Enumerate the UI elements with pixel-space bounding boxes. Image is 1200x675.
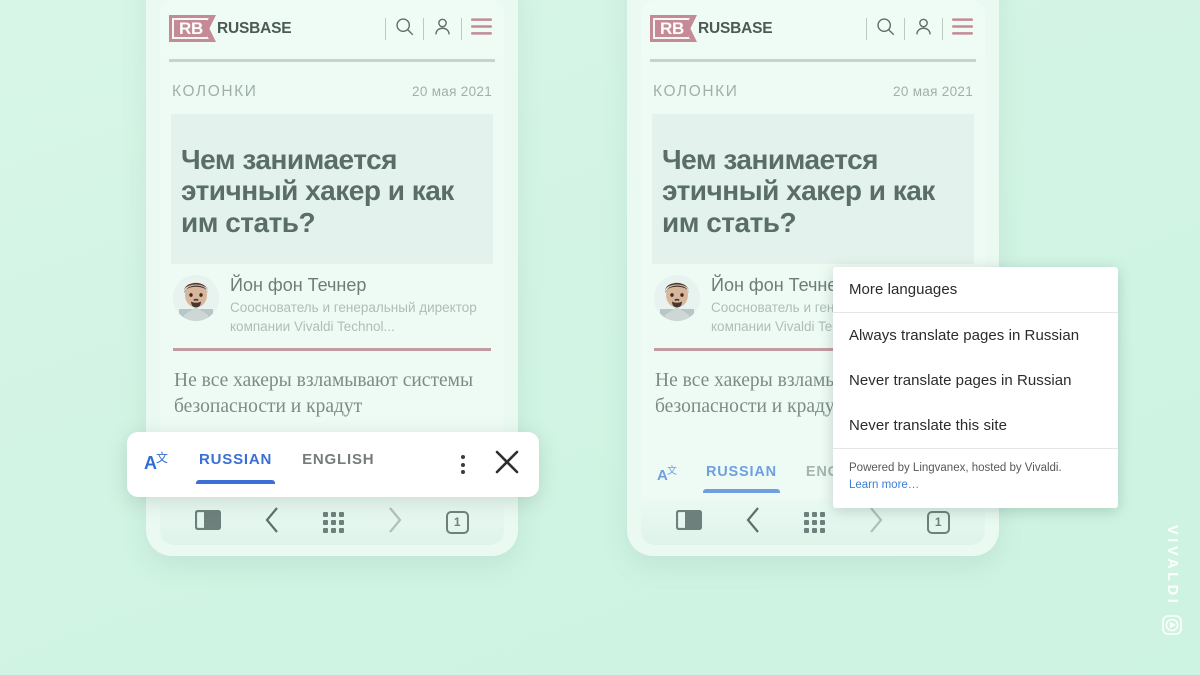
article-date: 20 мая 2021: [412, 84, 492, 99]
author-avatar: [173, 275, 219, 322]
kebab-menu-icon[interactable]: [458, 452, 468, 477]
author-name: Йон фон Течнер: [230, 275, 367, 296]
tab-target-language[interactable]: ENGLISH: [299, 445, 377, 484]
article-body: Не все хакеры взламывают системы безопас…: [174, 370, 474, 418]
back-arrow-icon[interactable]: [745, 506, 762, 539]
tab-count-button[interactable]: 1: [445, 510, 469, 534]
back-arrow-icon[interactable]: [264, 506, 281, 539]
article-meta: КОЛОНКИ 20 мая 2021: [171, 62, 493, 114]
author-avatar: [654, 275, 700, 322]
close-icon[interactable]: [494, 449, 520, 480]
vivaldi-wordmark: VIVALDI: [1164, 524, 1180, 606]
tab-source-language[interactable]: RUSSIAN: [196, 445, 276, 484]
article-kicker: КОЛОНКИ: [172, 83, 258, 100]
apps-grid-icon[interactable]: [803, 511, 825, 533]
article-kicker: КОЛОНКИ: [653, 83, 739, 100]
author-info: Йон фон Течнер Сооснователь и генеральны…: [230, 275, 491, 336]
site-header: RB RUSBASE: [641, 0, 985, 57]
header-actions: [377, 16, 493, 42]
forward-arrow-icon[interactable]: [386, 506, 403, 539]
rb-logo-text: RB: [660, 18, 684, 38]
rusbase-logo-word: RUSBASE: [697, 19, 773, 37]
site-header: RB RUSBASE: [160, 0, 504, 57]
translate-bar-left: A 文 RUSSIAN ENGLISH: [127, 432, 539, 497]
header-separator: [904, 17, 905, 40]
header-separator: [942, 17, 943, 40]
hamburger-menu-icon[interactable]: [951, 17, 974, 41]
article-author: Йон фон Течнер Сооснователь и генеральны…: [171, 264, 493, 336]
rb-logo-badge: RB: [650, 15, 697, 42]
learn-more-link[interactable]: Learn more…: [849, 477, 1102, 494]
apps-grid-icon[interactable]: [322, 511, 344, 533]
header-actions: [858, 16, 974, 42]
article-headline: Чем занимается этичный хакер и как им ст…: [662, 144, 935, 238]
tab-count-button[interactable]: 1: [926, 510, 950, 534]
header-separator: [423, 17, 424, 40]
article-date: 20 мая 2021: [893, 84, 973, 99]
browser-toolbar-left: 1: [160, 499, 504, 545]
svg-text:文: 文: [156, 450, 168, 465]
menu-item-always-translate[interactable]: Always translate pages in Russian: [833, 313, 1118, 358]
rb-logo-text: RB: [179, 18, 203, 38]
vivaldi-branding: VIVALDI: [1162, 525, 1182, 640]
tab-source-language[interactable]: RUSSIAN: [703, 460, 780, 493]
rb-logo-badge: RB: [169, 15, 216, 42]
header-separator: [461, 17, 462, 40]
translate-language-tabs: RUSSIAN ENGLISH: [196, 445, 377, 484]
header-separator: [385, 17, 386, 40]
article: КОЛОНКИ 20 мая 2021 Чем занимается этичн…: [160, 62, 504, 420]
menu-item-more-languages[interactable]: More languages: [833, 267, 1118, 312]
article-headline: Чем занимается этичный хакер и как им ст…: [181, 144, 454, 238]
panel-toggle-icon[interactable]: [195, 509, 222, 535]
headline-container: Чем занимается этичный хакер и как им ст…: [171, 114, 493, 265]
menu-item-never-translate-language[interactable]: Never translate pages in Russian: [833, 358, 1118, 403]
author-title: Сооснователь и генеральный директор комп…: [230, 300, 477, 334]
menu-footer: Powered by Lingvanex, hosted by Vivaldi.…: [833, 449, 1118, 508]
article-meta: КОЛОНКИ 20 мая 2021: [652, 62, 974, 114]
translate-options-menu: More languages Always translate pages in…: [833, 267, 1118, 508]
user-account-icon[interactable]: [913, 16, 934, 42]
rusbase-logo[interactable]: RB RUSBASE: [169, 15, 292, 42]
panel-toggle-icon[interactable]: [676, 509, 703, 535]
translate-icon[interactable]: A 文: [144, 450, 170, 479]
search-icon[interactable]: [394, 16, 415, 42]
rusbase-logo[interactable]: RB RUSBASE: [650, 15, 773, 42]
rusbase-logo-word: RUSBASE: [216, 19, 292, 37]
translate-icon[interactable]: A 文: [657, 464, 679, 489]
menu-item-never-translate-site[interactable]: Never translate this site: [833, 403, 1118, 448]
menu-footer-text: Powered by Lingvanex, hosted by Vivaldi.: [849, 462, 1062, 474]
hamburger-menu-icon[interactable]: [470, 17, 493, 41]
header-separator: [866, 17, 867, 40]
translate-bar-actions: [458, 449, 520, 480]
svg-text:文: 文: [667, 464, 677, 477]
vivaldi-logo-icon: [1162, 615, 1182, 640]
forward-arrow-icon[interactable]: [867, 506, 884, 539]
search-icon[interactable]: [875, 16, 896, 42]
headline-container: Чем занимается этичный хакер и как им ст…: [652, 114, 974, 265]
user-account-icon[interactable]: [432, 16, 453, 42]
